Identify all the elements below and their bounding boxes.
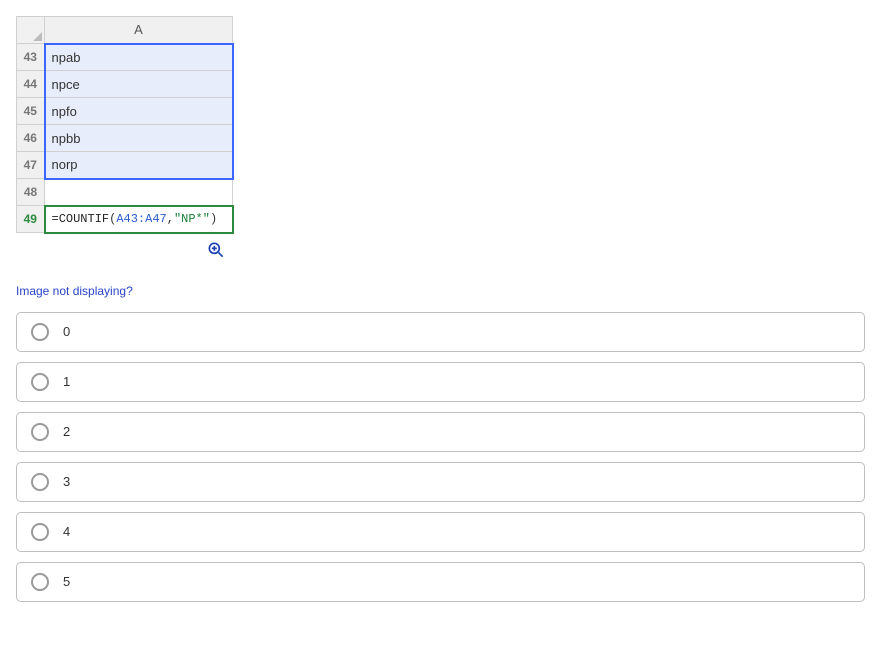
formula-function: COUNTIF — [59, 212, 109, 226]
row-header-active: 49 — [17, 206, 45, 233]
option-label: 5 — [63, 574, 70, 589]
formula-equals: = — [52, 212, 59, 226]
sheet-corner — [17, 17, 45, 44]
option-1[interactable]: 1 — [16, 362, 865, 402]
answer-options: 0 1 2 3 4 5 — [16, 312, 865, 602]
zoom-icon[interactable] — [206, 240, 230, 264]
option-3[interactable]: 3 — [16, 462, 865, 502]
option-label: 4 — [63, 524, 70, 539]
column-header-a: A — [45, 17, 233, 44]
option-5[interactable]: 5 — [16, 562, 865, 602]
cell-a44: npce — [45, 71, 233, 98]
option-label: 2 — [63, 424, 70, 439]
radio-icon — [31, 473, 49, 491]
cell-a46: npbb — [45, 125, 233, 152]
spreadsheet: A 43 npab 44 npce 45 npfo 46 npbb 47 nor… — [16, 16, 234, 234]
radio-icon — [31, 373, 49, 391]
radio-icon — [31, 523, 49, 541]
option-2[interactable]: 2 — [16, 412, 865, 452]
cell-a49-formula: =COUNTIF(A43:A47,"NP*") — [45, 206, 233, 233]
radio-icon — [31, 423, 49, 441]
cell-a43: npab — [45, 44, 233, 71]
option-0[interactable]: 0 — [16, 312, 865, 352]
row-header: 47 — [17, 152, 45, 179]
formula-comma: , — [167, 212, 174, 226]
option-4[interactable]: 4 — [16, 512, 865, 552]
cell-a47: norp — [45, 152, 233, 179]
image-not-displaying-link[interactable]: Image not displaying? — [16, 284, 133, 298]
radio-icon — [31, 573, 49, 591]
row-header: 43 — [17, 44, 45, 71]
row-header: 46 — [17, 125, 45, 152]
row-header: 48 — [17, 179, 45, 206]
option-label: 1 — [63, 374, 70, 389]
option-label: 0 — [63, 324, 70, 339]
cell-a45: npfo — [45, 98, 233, 125]
option-label: 3 — [63, 474, 70, 489]
row-header: 45 — [17, 98, 45, 125]
formula-close-paren: ) — [210, 212, 217, 226]
row-header: 44 — [17, 71, 45, 98]
cell-a48 — [45, 179, 233, 206]
formula-criteria: "NP*" — [174, 212, 210, 226]
radio-icon — [31, 323, 49, 341]
formula-range-ref: A43:A47 — [116, 212, 166, 226]
